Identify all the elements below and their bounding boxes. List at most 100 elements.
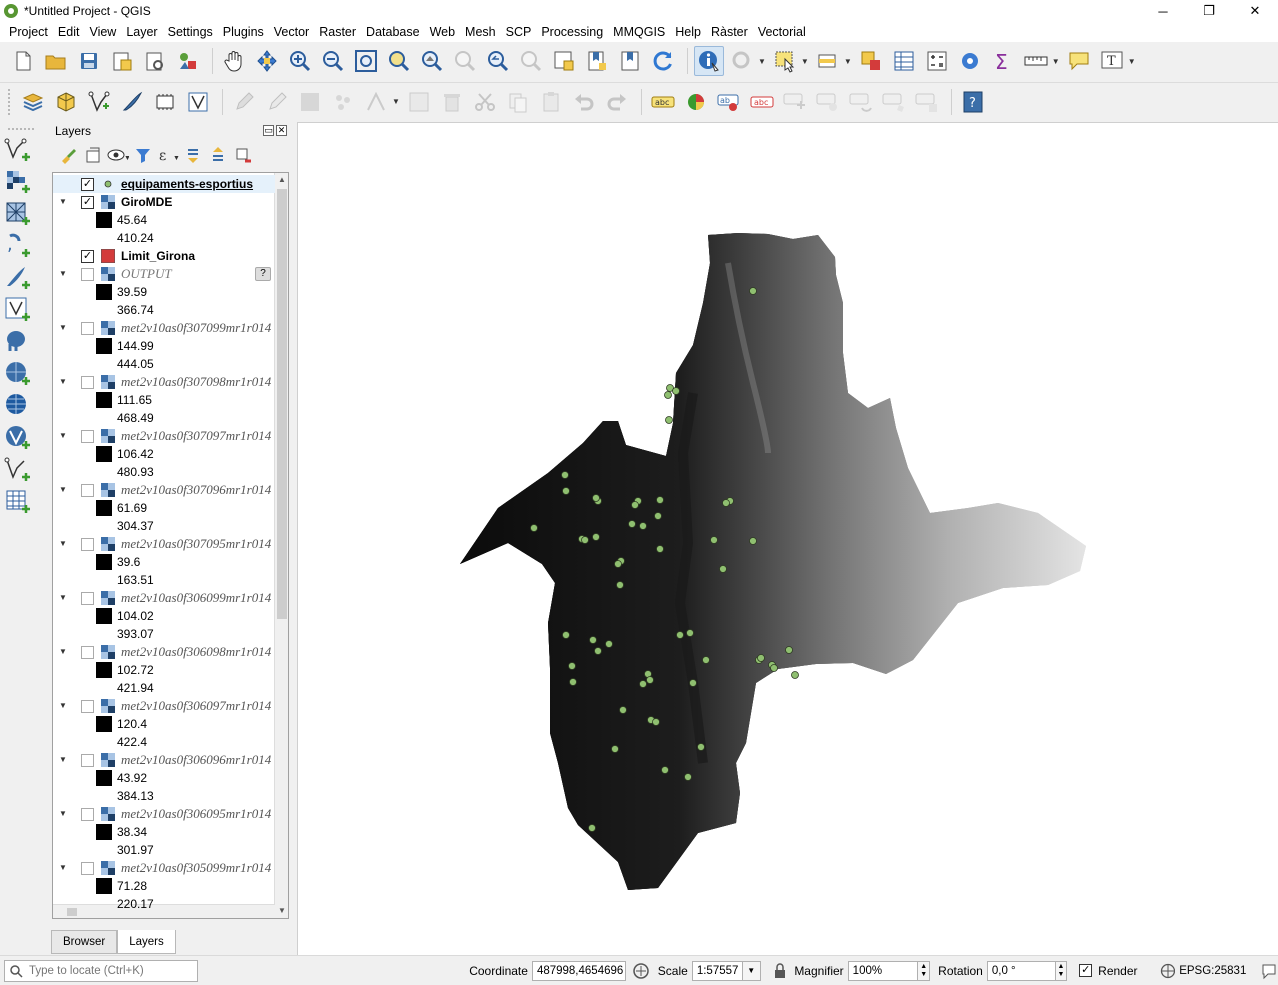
pan-map-button[interactable]: [219, 46, 249, 76]
sports-facility-point[interactable]: [722, 499, 730, 507]
expand-all-button[interactable]: [182, 144, 204, 166]
layer-tree-row[interactable]: ▼ met2v10as0f307096mr1r014: [53, 481, 275, 499]
new-shapefile-layer-button[interactable]: [84, 87, 114, 117]
sports-facility-point[interactable]: [530, 524, 538, 532]
sports-facility-point[interactable]: [770, 664, 778, 672]
save-layer-edits-button[interactable]: [295, 87, 325, 117]
add-virtual-layer-button[interactable]: [4, 295, 34, 325]
sports-facility-point[interactable]: [631, 501, 639, 509]
show-hide-labels-button[interactable]: abc: [747, 87, 777, 117]
sports-facility-point[interactable]: [757, 654, 765, 662]
layer-tree-row[interactable]: ▼ OUTPUT?: [53, 265, 275, 283]
layer-tree-row[interactable]: ✓ equipaments-esportius: [53, 175, 275, 193]
menu-layer[interactable]: Layer: [121, 25, 162, 39]
filter-legend-button[interactable]: [132, 144, 154, 166]
sports-facility-point[interactable]: [652, 718, 660, 726]
add-group-button[interactable]: [82, 144, 104, 166]
map-canvas[interactable]: [297, 122, 1278, 955]
dropdown-arrow-icon[interactable]: ▼: [1052, 57, 1060, 66]
unknown-crs-icon[interactable]: ?: [255, 267, 271, 281]
zoom-last-button[interactable]: [483, 46, 513, 76]
expand-arrow-icon[interactable]: ▼: [59, 593, 69, 603]
layer-visibility-checkbox[interactable]: [81, 591, 94, 605]
layer-tree-row[interactable]: ▼ ✓ GiroMDE: [53, 193, 275, 211]
sports-facility-point[interactable]: [562, 631, 570, 639]
sports-facility-point[interactable]: [791, 671, 799, 679]
spin-down-icon[interactable]: ▼: [1058, 971, 1065, 979]
tab-layers[interactable]: Layers: [117, 930, 176, 954]
layer-tree-row[interactable]: ▼ met2v10as0f306098mr1r014: [53, 643, 275, 661]
crs-label[interactable]: EPSG:25831: [1179, 965, 1246, 977]
sports-facility-point[interactable]: [592, 533, 600, 541]
sports-facility-point[interactable]: [749, 537, 757, 545]
pan-to-selection-button[interactable]: [252, 46, 282, 76]
layer-tree-row[interactable]: ▼ met2v10as0f306097mr1r014: [53, 697, 275, 715]
add-mesh-layer-button[interactable]: [4, 199, 34, 229]
highlight-pinned-labels-button[interactable]: ab: [714, 87, 744, 117]
sports-facility-point[interactable]: [676, 631, 684, 639]
sports-facility-point[interactable]: [589, 636, 597, 644]
spin-up-icon[interactable]: ▲: [1058, 963, 1065, 971]
render-checkbox[interactable]: ✓: [1079, 964, 1093, 977]
new-temporary-layer-button[interactable]: [150, 87, 180, 117]
menu-settings[interactable]: Settings: [163, 25, 218, 39]
open-attribute-table-button[interactable]: [889, 46, 919, 76]
menu-processing[interactable]: Processing: [536, 25, 608, 39]
move-label-button[interactable]: [780, 87, 810, 117]
layer-visibility-checkbox[interactable]: ✓: [81, 195, 94, 209]
add-raster-layer-button[interactable]: [4, 167, 34, 197]
style-manager-button[interactable]: [173, 46, 203, 76]
menu-vector[interactable]: Vector: [269, 25, 314, 39]
layer-visibility-checkbox[interactable]: [81, 321, 94, 335]
messages-icon[interactable]: [1260, 962, 1278, 980]
layer-tree[interactable]: ▲ ▼ ✓ equipaments-esportius ▼ ✓ GiroMDE 45.64…: [52, 172, 289, 919]
processing-toolbox-button[interactable]: [955, 46, 985, 76]
expand-arrow-icon[interactable]: ▼: [59, 647, 69, 657]
run-feature-action-button[interactable]: [727, 46, 757, 76]
collapse-all-button[interactable]: [207, 144, 229, 166]
menu-mmqgis[interactable]: MMQGIS: [608, 25, 670, 39]
float-panel-button[interactable]: ▭: [263, 125, 274, 136]
layer-tree-row[interactable]: ▼ met2v10as0f306095mr1r014: [53, 805, 275, 823]
layer-visibility-checkbox[interactable]: [81, 807, 94, 821]
open-project-button[interactable]: [41, 46, 71, 76]
new-project-button[interactable]: [8, 46, 38, 76]
new-spatialite-layer-button[interactable]: [117, 87, 147, 117]
copy-features-button[interactable]: [503, 87, 533, 117]
new-bookmark-button[interactable]: [582, 46, 612, 76]
menu-raster[interactable]: Raster: [314, 25, 361, 39]
paste-features-button[interactable]: [536, 87, 566, 117]
menu-help[interactable]: Help: [670, 25, 706, 39]
sports-facility-point[interactable]: [616, 581, 624, 589]
measure-line-button[interactable]: [1021, 46, 1051, 76]
zoom-to-selection-button[interactable]: [384, 46, 414, 76]
map-tips-button[interactable]: [1064, 46, 1094, 76]
layer-visibility-checkbox[interactable]: [81, 429, 94, 443]
layer-tree-row[interactable]: ▼ met2v10as0f305099mr1r014: [53, 859, 275, 877]
sports-facility-point[interactable]: [594, 647, 602, 655]
select-by-value-button[interactable]: [813, 46, 843, 76]
layer-tree-row[interactable]: ▼ met2v10as0f306096mr1r014: [53, 751, 275, 769]
sports-facility-point[interactable]: [639, 680, 647, 688]
cut-features-button[interactable]: [470, 87, 500, 117]
sports-facility-point[interactable]: [611, 745, 619, 753]
sports-facility-point[interactable]: [656, 496, 664, 504]
maximize-button[interactable]: ❐: [1186, 0, 1232, 22]
rotation-field[interactable]: 0,0 °: [986, 960, 1056, 981]
crs-globe-icon[interactable]: [1160, 963, 1176, 979]
layer-visibility-checkbox[interactable]: [81, 483, 94, 497]
layer-tree-row[interactable]: ▼ met2v10as0f307098mr1r014: [53, 373, 275, 391]
toolbar-grip[interactable]: [8, 128, 34, 131]
zoom-to-layer-button[interactable]: [417, 46, 447, 76]
add-vector-layer-button[interactable]: [4, 135, 34, 165]
zoom-full-button[interactable]: [351, 46, 381, 76]
menu-project[interactable]: Project: [4, 25, 53, 39]
minimize-button[interactable]: ─: [1140, 0, 1186, 22]
new-geopackage-layer-button[interactable]: [51, 87, 81, 117]
layer-visibility-checkbox[interactable]: ✓: [81, 177, 94, 191]
sports-facility-point[interactable]: [588, 824, 596, 832]
sports-facility-point[interactable]: [654, 512, 662, 520]
sports-facility-point[interactable]: [568, 662, 576, 670]
new-map-view-button[interactable]: [549, 46, 579, 76]
dropdown-arrow-icon[interactable]: ▼: [844, 57, 852, 66]
